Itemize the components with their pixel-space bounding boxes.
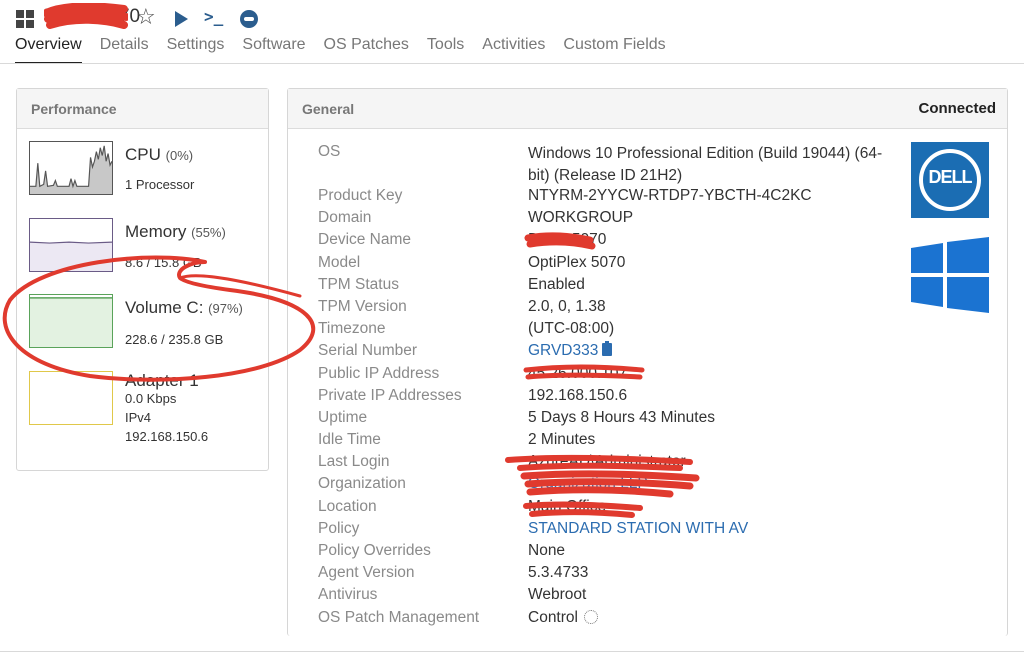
info-label: Policy Overrides: [318, 542, 431, 559]
copy-clipboard-icon[interactable]: [602, 341, 613, 357]
info-label: TPM Status: [318, 275, 399, 293]
cpu-sparkline: [29, 141, 113, 195]
device-header: DELL-5070 ☆ >_: [0, 0, 1024, 40]
adapter-sparkline: [29, 371, 113, 425]
adapter-protocol: IPv4: [125, 410, 152, 425]
info-label: Domain: [318, 209, 372, 227]
windows-icon: [16, 10, 34, 28]
run-script-play-icon[interactable]: [175, 11, 188, 27]
info-label: Uptime: [318, 408, 368, 426]
info-value: None: [528, 542, 566, 559]
info-label: Last Login: [318, 453, 390, 471]
info-value: (UTC-08:00): [528, 320, 615, 338]
tab-tools[interactable]: Tools: [427, 36, 464, 64]
cpu-title: CPU (0%): [125, 145, 193, 165]
memory-label: Memory: [125, 222, 187, 241]
tab-bar: Overview Details Settings Software OS Pa…: [15, 36, 684, 64]
info-value: 2.0, 0, 1.38: [528, 297, 606, 315]
memory-sparkline: [29, 218, 113, 272]
favorite-star-icon[interactable]: ☆: [136, 6, 156, 28]
performance-title: Performance: [17, 89, 268, 129]
volume-percent: (97%): [208, 301, 243, 316]
info-label: Product Key: [318, 187, 403, 204]
info-label: Private IP Addresses: [318, 386, 462, 404]
loading-spinner-icon: [583, 609, 598, 624]
adapter-ip: 192.168.150.6: [125, 429, 209, 444]
policy-link[interactable]: STANDARD STATION WITH AV: [528, 520, 888, 538]
tab-activities[interactable]: Activities: [482, 36, 545, 64]
info-label: Public IP Address: [318, 364, 440, 382]
cpu-percent: (0%): [165, 148, 194, 163]
info-label: Serial Number: [318, 342, 418, 360]
info-value: Main Office: [528, 497, 607, 515]
tab-custom-fields[interactable]: Custom Fields: [563, 36, 665, 64]
info-label: Location: [318, 497, 377, 515]
organization-link[interactable]: Organization LLP: [528, 475, 888, 493]
info-value: 5 Days 8 Hours 43 Minutes: [528, 408, 715, 426]
info-label: TPM Version: [318, 297, 407, 315]
info-label: Antivirus: [318, 586, 378, 604]
patch-management-value: Control: [528, 608, 578, 626]
memory-percent: (55%): [191, 225, 226, 240]
info-value: Webroot: [528, 586, 587, 604]
general-title: General Connected: [288, 89, 1007, 129]
general-panel: General Connected OS Windows 10 Professio…: [287, 88, 1008, 636]
tab-settings[interactable]: Settings: [167, 36, 225, 64]
remote-control-icon[interactable]: [240, 10, 258, 28]
info-value: Enabled: [528, 275, 585, 293]
adapter-speed: 0.0 Kbps: [125, 391, 177, 406]
adapter-title: Adapter 1: [125, 371, 199, 390]
info-label: OS: [318, 143, 341, 160]
tab-details[interactable]: Details: [100, 36, 149, 64]
info-value: OptiPlex 5070: [528, 253, 626, 271]
volume-label: Volume C:: [125, 298, 204, 317]
info-label: Policy: [318, 519, 360, 537]
info-value: 45.26.000.107: [528, 364, 628, 382]
bottom-divider: [0, 651, 1024, 652]
performance-panel: Performance CPU (0%) 1 Processor Memory …: [16, 88, 269, 471]
info-value: WORKGROUP: [528, 209, 634, 227]
info-label: Model: [318, 253, 361, 271]
info-value: 2 Minutes: [528, 431, 596, 449]
cpu-detail: 1 Processor: [125, 177, 195, 192]
serial-number-link[interactable]: GRVD333: [528, 342, 598, 359]
general-title-text: General: [302, 101, 355, 117]
info-value: GRVD333: [528, 341, 888, 360]
info-label: Organization: [318, 475, 406, 493]
terminal-icon[interactable]: >_: [204, 7, 223, 26]
memory-title: Memory (55%): [125, 222, 226, 242]
info-value: Control: [528, 609, 888, 627]
memory-detail: 8.6 / 15.8 GB: [125, 255, 202, 270]
dell-logo: DELL: [911, 142, 989, 218]
cpu-label: CPU: [125, 145, 161, 164]
dell-logo-text: DELL: [928, 167, 973, 187]
info-value: AzureAD\Administrator: [528, 453, 686, 471]
volume-sparkline: [29, 294, 113, 348]
info-value: NTYRM-2YYCW-RTDP7-YBCTH-4C2KC: [528, 187, 812, 204]
redaction-scribble: [44, 3, 128, 29]
tab-overview[interactable]: Overview: [15, 36, 82, 64]
tab-software[interactable]: Software: [242, 36, 305, 64]
info-label: Agent Version: [318, 564, 415, 582]
info-value: 5.3.4733: [528, 564, 589, 582]
info-value: 192.168.150.6: [528, 386, 628, 404]
tab-os-patches[interactable]: OS Patches: [324, 36, 409, 64]
info-value: DELL-5070: [528, 231, 607, 249]
volume-detail: 228.6 / 235.8 GB: [125, 332, 224, 347]
connection-status: Connected: [918, 100, 996, 117]
info-label: Device Name: [318, 231, 412, 249]
info-value: Windows 10 Professional Edition (Build 1…: [528, 145, 883, 184]
info-label: OS Patch Management: [318, 608, 480, 626]
tab-divider: [0, 63, 1024, 64]
info-label: Timezone: [318, 320, 386, 338]
windows-logo-icon: [911, 237, 989, 313]
info-label: Idle Time: [318, 431, 381, 449]
volume-title: Volume C: (97%): [125, 298, 243, 318]
